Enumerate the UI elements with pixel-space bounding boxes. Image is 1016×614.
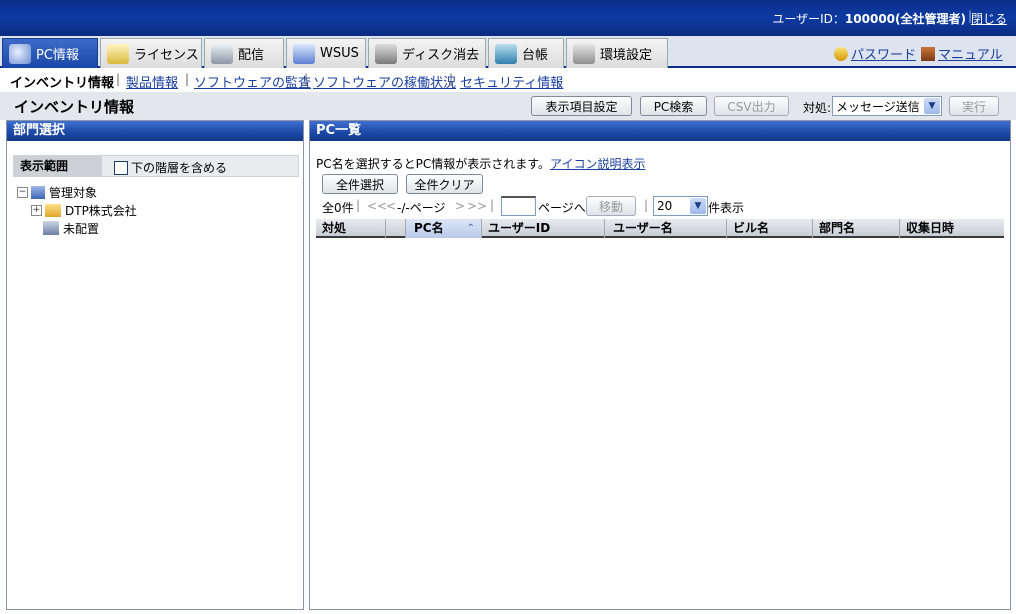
page-title: インベントリ情報 xyxy=(14,98,135,116)
disk-erase-icon xyxy=(375,43,397,64)
chevron-down-icon: ▼ xyxy=(924,98,940,114)
action-select[interactable]: メッセージ送信 ▼ xyxy=(832,96,942,116)
page-header: インベントリ情報 表示項目設定 PC検索 CSV出力 対処: メッセージ送信 ▼… xyxy=(0,92,1016,120)
col-user-id[interactable]: ユーザーID xyxy=(482,219,605,238)
tree-node-company[interactable]: + DTP株式会社 xyxy=(17,201,137,219)
manual-link[interactable]: マニュアル xyxy=(921,44,1003,63)
page-info: -/-ページ xyxy=(397,201,446,215)
unassigned-pc-icon xyxy=(43,221,59,235)
col-action[interactable]: 対処 xyxy=(316,219,386,238)
col-building-name[interactable]: ビル名 xyxy=(727,219,813,238)
subnav-products[interactable]: 製品情報 xyxy=(126,72,178,91)
info-text: PC名を選択するとPC情報が表示されます。アイコン説明表示 xyxy=(316,157,646,171)
display-settings-button[interactable]: 表示項目設定 xyxy=(531,96,632,116)
select-all-button[interactable]: 全件選択 xyxy=(322,174,398,194)
last-page-link[interactable]: >> xyxy=(467,199,487,213)
per-page-select[interactable]: 20 ▼ xyxy=(653,196,708,216)
col-pc-name[interactable]: PC名 ⌃ xyxy=(406,219,482,238)
pc-network-icon xyxy=(9,43,31,64)
csv-export-button[interactable]: CSV出力 xyxy=(714,96,789,116)
key-icon xyxy=(834,46,848,61)
settings-tools-icon xyxy=(573,43,595,64)
scope-bar: 表示範囲 下の階層を含める xyxy=(13,155,299,177)
collapse-icon[interactable]: − xyxy=(17,186,28,198)
tab-license[interactable]: ライセンス xyxy=(100,38,202,68)
sort-ascending-icon: ⌃ xyxy=(466,223,475,234)
scope-label: 表示範囲 xyxy=(14,156,102,176)
tab-environment-settings[interactable]: 環境設定 xyxy=(566,38,668,68)
next-page-link[interactable]: > xyxy=(455,199,465,213)
building-icon xyxy=(31,185,45,199)
department-panel-title: 部門選択 xyxy=(7,121,303,141)
total-count: 全0件 xyxy=(322,201,354,215)
user-info: ユーザーID：100000(全社管理者) xyxy=(772,12,966,26)
subnav-inventory[interactable]: インベントリ情報 xyxy=(10,72,114,91)
col-department-name[interactable]: 部門名 xyxy=(813,219,900,238)
pc-list-panel-title: PC一覧 xyxy=(310,121,1010,141)
expand-icon[interactable]: + xyxy=(31,204,42,216)
password-link[interactable]: パスワード xyxy=(834,44,916,63)
tab-wsus[interactable]: WSUS xyxy=(286,38,366,68)
pc-grid-header: 対処 PC名 ⌃ ユーザーID ユーザー名 ビル名 部門名 収集日時 xyxy=(316,219,1004,238)
prev-page-link[interactable]: < xyxy=(386,199,396,213)
ledger-book-icon xyxy=(495,43,517,64)
clear-all-button[interactable]: 全件クリア xyxy=(406,174,483,194)
distribution-monitor-icon xyxy=(211,43,233,64)
pc-list-panel: PC一覧 PC名を選択するとPC情報が表示されます。アイコン説明表示 全件選択 … xyxy=(309,120,1011,610)
sub-navigation: インベントリ情報 | 製品情報 | ソフトウェアの監査 | ソフトウェアの稼働状… xyxy=(0,68,1016,92)
first-page-link[interactable]: << xyxy=(367,199,387,213)
subnav-software-usage[interactable]: ソフトウェアの稼働状況 xyxy=(313,72,456,91)
license-certificate-icon xyxy=(107,43,129,64)
pc-grid-body xyxy=(316,240,1004,604)
department-tree: − 管理対象 + DTP株式会社 未配置 xyxy=(17,183,137,237)
top-bar: ユーザーID：100000(全社管理者) | 閉じる xyxy=(0,0,1016,36)
subnav-software-audit[interactable]: ソフトウェアの監査 xyxy=(194,72,311,91)
tab-pc-info[interactable]: PC情報 xyxy=(2,38,98,68)
subnav-security[interactable]: セキュリティ情報 xyxy=(460,72,563,91)
page-to-label: ページへ xyxy=(538,201,586,215)
manual-book-icon xyxy=(921,46,935,61)
tab-ledger[interactable]: 台帳 xyxy=(488,38,564,68)
action-label: 対処: xyxy=(803,101,832,115)
folder-icon xyxy=(45,203,61,217)
department-panel: 部門選択 表示範囲 下の階層を含める − 管理対象 + DTP株式会社 未配置 xyxy=(6,120,304,610)
execute-button[interactable]: 実行 xyxy=(949,96,999,116)
col-collected-at[interactable]: 収集日時 xyxy=(900,219,1004,238)
move-button[interactable]: 移動 xyxy=(586,196,636,216)
tree-node-root[interactable]: − 管理対象 xyxy=(17,183,137,201)
wsus-icon xyxy=(293,43,315,64)
checkbox-icon xyxy=(114,160,128,175)
per-page-suffix: 件表示 xyxy=(708,201,745,215)
col-user-name[interactable]: ユーザー名 xyxy=(605,219,727,238)
chevron-down-icon: ▼ xyxy=(690,198,706,214)
tree-node-unassigned[interactable]: 未配置 xyxy=(17,219,137,237)
col-status xyxy=(386,219,406,238)
close-link[interactable]: 閉じる xyxy=(971,10,1007,27)
tab-disk-erase[interactable]: ディスク消去 xyxy=(368,38,486,68)
icon-help-link[interactable]: アイコン説明表示 xyxy=(550,157,645,171)
include-lower-checkbox[interactable]: 下の階層を含める xyxy=(114,159,227,176)
page-number-input[interactable] xyxy=(501,196,536,216)
tab-distribution[interactable]: 配信 xyxy=(204,38,284,68)
tab-bar: PC情報 ライセンス 配信 WSUS ディスク消去 台帳 環境設定 パスワード … xyxy=(0,36,1016,68)
pc-search-button[interactable]: PC検索 xyxy=(640,96,707,116)
